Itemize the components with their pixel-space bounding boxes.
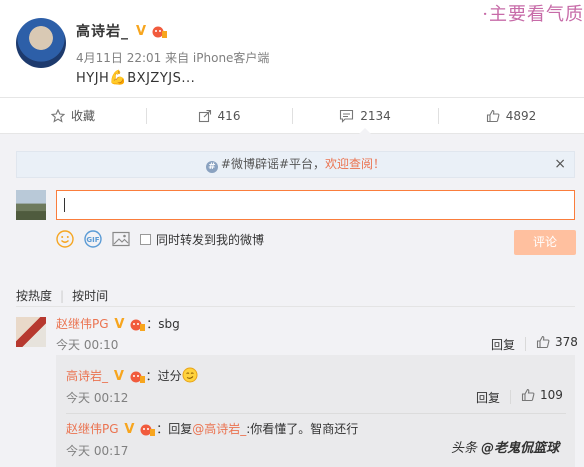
favorite-label: 收藏 (70, 109, 95, 123)
like-icon (486, 109, 500, 122)
action-separator (525, 337, 526, 351)
reply-time: 今天 00:12 (66, 391, 129, 405)
composer-toolbar: GIF 同时转发到我的微博 (56, 229, 264, 249)
text-cursor (64, 198, 65, 212)
gif-icon[interactable]: GIF (84, 230, 102, 248)
sort-separator: | (60, 289, 65, 303)
author-badges: V (134, 24, 168, 39)
like-icon (536, 335, 550, 349)
comment-text: ：sbg (146, 317, 180, 331)
verified-v-icon[interactable]: V (112, 369, 126, 384)
repost-checkbox-label[interactable]: 同时转发到我的微博 (156, 231, 264, 248)
reply-text-line: 高诗岩_ V ：过分 (66, 367, 198, 384)
repost-button[interactable]: 416 (146, 98, 292, 133)
watermark-handle: @老鬼侃篮球 (481, 441, 560, 456)
favorite-button[interactable]: 收藏 (0, 98, 146, 133)
strong-arm-emoji-icon: 💪 (109, 70, 128, 86)
hashtag-icon: # (205, 161, 218, 173)
comment-like-button[interactable]: 378 (536, 335, 578, 349)
comment-panel: # #微博辟谣#平台，欢迎查阅！ × GIF 同时转发到我的微博 评论 按热度 | 按… (0, 134, 584, 467)
repost-checkbox[interactable] (140, 233, 151, 245)
author-name[interactable]: 高诗岩_ (76, 21, 129, 41)
reply-prefix: ：回复 (156, 422, 193, 436)
post-body: HYJH💪BXJZYJS... (76, 70, 195, 86)
image-icon[interactable] (112, 231, 130, 247)
divider (66, 413, 566, 414)
share-icon (198, 109, 211, 122)
reply-text: :你看懂了。智商还行 (246, 422, 359, 436)
image-watermark: ·主要看气质 (482, 4, 584, 25)
sort-by-hot-tab[interactable]: 按热度 (16, 289, 52, 303)
like-icon (521, 388, 535, 402)
comment-text-line: 赵继伟PG V ：sbg (56, 315, 180, 332)
action-separator (510, 390, 511, 404)
post-text-part2[interactable]: BXJZYJS... (127, 71, 195, 86)
vip-crown-icon[interactable] (152, 25, 168, 39)
verified-v-icon[interactable]: V (112, 317, 126, 332)
replier-name[interactable]: 赵继伟PG (66, 422, 119, 436)
repost-count: 416 (217, 108, 241, 123)
author-avatar[interactable] (16, 18, 66, 68)
comment-like-count: 378 (555, 335, 578, 349)
notice-link[interactable]: 欢迎查阅！ (325, 157, 385, 171)
like-count: 4892 (505, 108, 537, 123)
comment-time: 今天 00:10 (56, 338, 119, 352)
verified-v-icon[interactable]: V (134, 24, 148, 39)
commenter-name[interactable]: 赵继伟PG (56, 317, 109, 331)
vip-crown-icon[interactable] (140, 423, 156, 437)
like-button[interactable]: 4892 (438, 98, 584, 133)
weibo-post: 高诗岩_ V 4月11日 22:01 来自 iPhone客户端 HYJH💪BXJ… (0, 0, 584, 97)
comment-button[interactable]: 2134 (292, 98, 438, 134)
divider (16, 306, 575, 307)
reply-like-button[interactable]: 109 (521, 388, 563, 402)
post-text-part1: HYJH (76, 71, 110, 86)
emoji-icon[interactable] (56, 230, 74, 248)
svg-text:GIF: GIF (86, 236, 99, 244)
post-meta: 4月11日 22:01 来自 iPhone客户端 (76, 51, 270, 65)
commenter-avatar[interactable] (16, 317, 46, 347)
verified-v-icon[interactable]: V (122, 422, 136, 437)
notice-text: #微博辟谣#平台， (220, 157, 326, 171)
reply-text: ：过分 (145, 369, 182, 383)
reply-button[interactable]: 回复 (491, 336, 515, 353)
vip-crown-icon[interactable] (130, 318, 146, 332)
source-watermark: 头条 @老鬼侃篮球 (451, 437, 559, 456)
rumor-notice-banner[interactable]: # #微博辟谣#平台，欢迎查阅！ × (16, 151, 575, 178)
post-action-bar: 收藏 416 2134 4892 (0, 97, 584, 134)
my-avatar[interactable] (16, 190, 46, 220)
watermark-prefix: 头条 (451, 441, 482, 456)
comment-icon (340, 109, 354, 123)
replier-name[interactable]: 高诗岩_ (66, 369, 108, 383)
submit-comment-button[interactable]: 评论 (514, 230, 576, 255)
star-icon (50, 108, 65, 123)
mention-link[interactable]: @高诗岩_ (192, 422, 246, 436)
comment-sort: 按热度 | 按时间 (16, 287, 108, 304)
reply-like-count: 109 (540, 388, 563, 402)
vip-crown-icon[interactable] (130, 370, 146, 384)
reply-time: 今天 00:17 (66, 444, 129, 458)
close-icon[interactable]: × (554, 152, 566, 177)
smirk-emoji-icon (182, 367, 198, 383)
comment-input[interactable] (56, 190, 575, 220)
reply-text-line: 赵继伟PG V ：回复@高诗岩_:你看懂了。智商还行 (66, 420, 358, 437)
reply-button[interactable]: 回复 (476, 389, 500, 406)
comment-count: 2134 (360, 108, 391, 123)
sort-by-time-tab[interactable]: 按时间 (72, 289, 108, 303)
